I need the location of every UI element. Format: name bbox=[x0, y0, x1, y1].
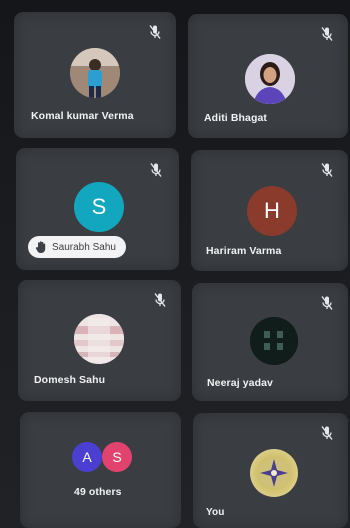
avatar-photo bbox=[74, 314, 124, 364]
mic-off-icon bbox=[153, 292, 167, 308]
participant-tile-saurabh[interactable]: S Saurabh Sahu bbox=[16, 148, 179, 270]
mic-off-icon bbox=[320, 295, 334, 311]
avatar-photo bbox=[245, 54, 295, 104]
avatar-initial: S bbox=[102, 442, 132, 472]
avatar-initial: S bbox=[74, 182, 124, 232]
participant-name: You bbox=[206, 507, 225, 518]
avatar-photo bbox=[250, 317, 298, 365]
participant-name: Hariram Varma bbox=[206, 245, 282, 257]
participant-name: Aditi Bhagat bbox=[204, 112, 268, 124]
mic-off-icon bbox=[320, 162, 334, 178]
participant-tile-neeraj[interactable]: Neeraj yadav bbox=[192, 283, 348, 401]
raised-hand-icon bbox=[34, 240, 48, 254]
participant-tile-aditi[interactable]: Aditi Bhagat bbox=[188, 14, 348, 138]
participant-tile-domesh[interactable]: Domesh Sahu bbox=[18, 280, 181, 401]
participant-name: Domesh Sahu bbox=[34, 374, 106, 386]
avatar-initial: H bbox=[247, 186, 297, 236]
participant-tile-komal[interactable]: Komal kumar Verma bbox=[14, 12, 176, 138]
mic-off-icon bbox=[148, 24, 162, 40]
avatar-photo bbox=[250, 449, 298, 497]
participant-name: Komal kumar Verma bbox=[31, 110, 134, 122]
avatar-initial: A bbox=[72, 442, 102, 472]
avatar-photo bbox=[70, 48, 120, 98]
participant-tile-hariram[interactable]: H Hariram Varma bbox=[191, 150, 348, 271]
mic-off-icon bbox=[320, 26, 334, 42]
participant-name: Saurabh Sahu bbox=[52, 241, 116, 253]
others-count: 49 others bbox=[74, 486, 122, 498]
participant-tile-you[interactable]: You bbox=[193, 413, 348, 528]
raised-hand-badge: Saurabh Sahu bbox=[28, 236, 126, 258]
mic-off-icon bbox=[320, 425, 334, 441]
others-tile[interactable]: A S 49 others bbox=[20, 412, 181, 528]
mic-off-icon bbox=[149, 162, 163, 178]
meeting-participant-grid: Komal kumar Verma Aditi Bhagat S Saurabh… bbox=[0, 0, 350, 528]
participant-name: Neeraj yadav bbox=[207, 377, 273, 389]
